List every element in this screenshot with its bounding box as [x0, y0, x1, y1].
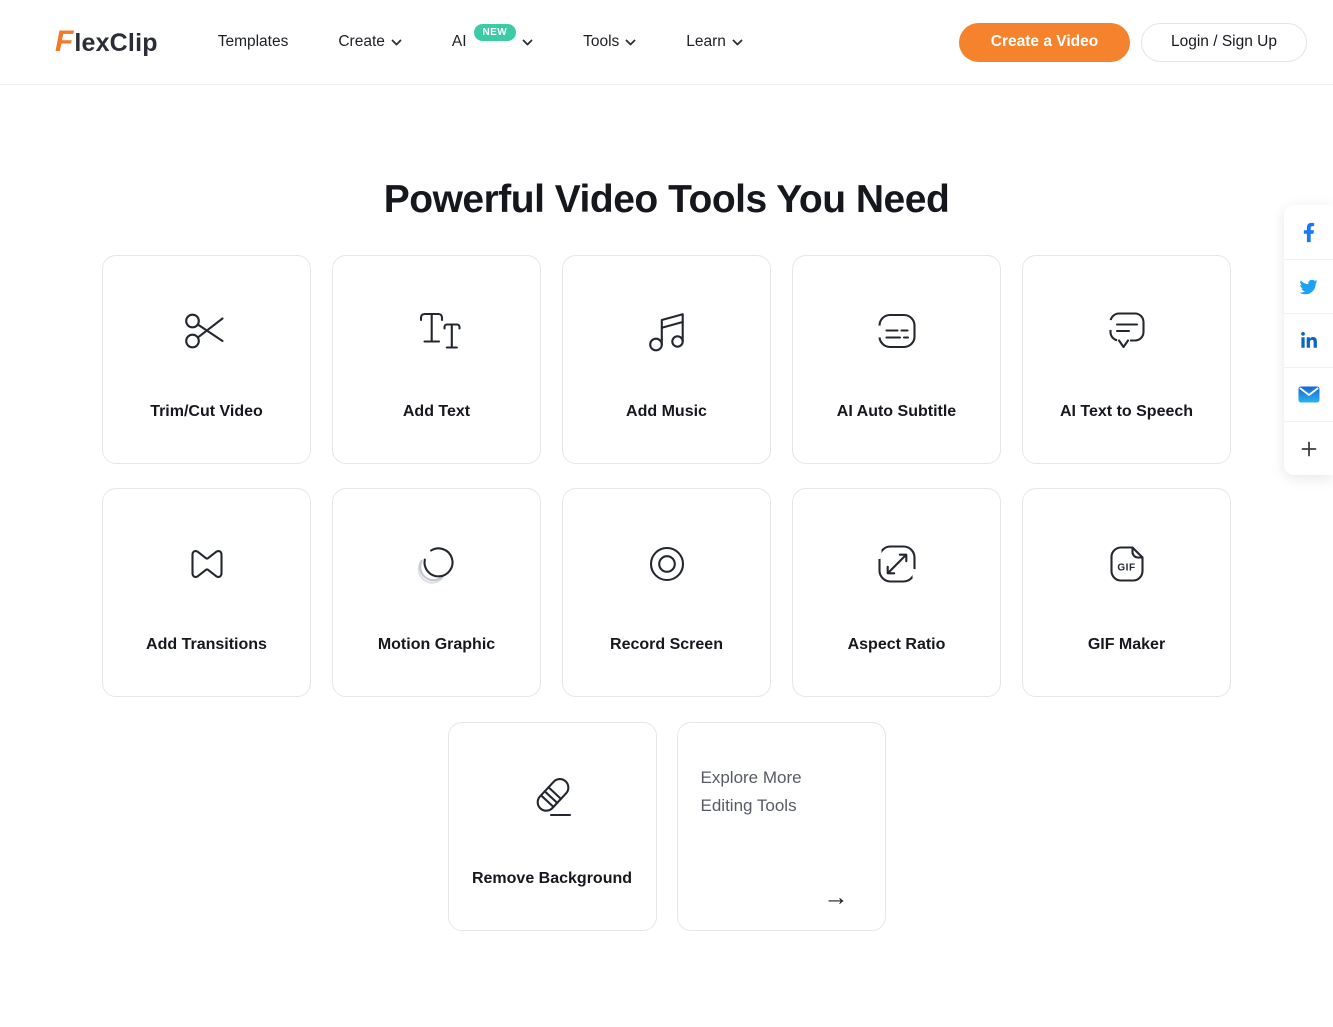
- logo-letter-f: F: [55, 27, 73, 57]
- nav-item-learn[interactable]: Learn: [686, 33, 743, 51]
- tool-label: Add Text: [403, 403, 470, 421]
- nav-label: Templates: [218, 33, 289, 51]
- page-title: Powerful Video Tools You Need: [0, 178, 1333, 222]
- speech-bubble-icon: [1097, 301, 1157, 361]
- share-linkedin-button[interactable]: [1284, 313, 1333, 367]
- music-note-icon: [637, 301, 697, 361]
- chevron-down-icon: [732, 39, 743, 46]
- tool-card-add-transitions[interactable]: Add Transitions: [102, 488, 311, 697]
- gif-icon-text: GIF: [1117, 563, 1135, 574]
- subtitle-box-icon: [867, 301, 927, 361]
- text-tt-icon: [407, 301, 467, 361]
- nav-item-templates[interactable]: Templates: [218, 33, 289, 51]
- tool-label: GIF Maker: [1088, 636, 1165, 654]
- tool-label: Record Screen: [610, 636, 723, 654]
- email-icon: [1298, 386, 1320, 403]
- explore-line-1: Explore More: [701, 764, 802, 792]
- tool-label: Add Transitions: [146, 636, 267, 654]
- tool-card-trim-cut-video[interactable]: Trim/Cut Video: [102, 255, 311, 464]
- flexclip-logo[interactable]: F lexClip: [55, 27, 158, 58]
- record-circle-icon: [637, 534, 697, 594]
- nav-label: Learn: [686, 33, 726, 51]
- gif-file-icon: GIF: [1097, 534, 1157, 594]
- nav-label: Tools: [583, 33, 619, 51]
- eraser-icon: [522, 768, 582, 828]
- plus-icon: [1301, 441, 1317, 457]
- login-signup-button[interactable]: Login / Sign Up: [1141, 23, 1307, 62]
- arrow-right-icon: →: [824, 883, 849, 912]
- share-email-button[interactable]: [1284, 367, 1333, 421]
- chevron-down-icon: [625, 39, 636, 46]
- header-actions: Create a Video Login / Sign Up: [959, 23, 1307, 62]
- nav-label: AI: [452, 33, 467, 51]
- share-facebook-button[interactable]: [1284, 205, 1333, 259]
- tools-grid: Trim/Cut Video Add Text Add Music: [102, 255, 1231, 697]
- nav-item-tools[interactable]: Tools: [583, 33, 636, 51]
- header: F lexClip Templates Create AI NEW Tools …: [0, 0, 1333, 85]
- facebook-icon: [1303, 222, 1315, 243]
- tool-label: Add Music: [626, 403, 707, 421]
- tool-card-record-screen[interactable]: Record Screen: [562, 488, 771, 697]
- tool-card-add-music[interactable]: Add Music: [562, 255, 771, 464]
- tool-card-aspect-ratio[interactable]: Aspect Ratio: [792, 488, 1001, 697]
- motion-circle-icon: [407, 534, 467, 594]
- nav-label: Create: [338, 33, 385, 51]
- chevron-down-icon: [391, 39, 402, 46]
- tool-label: Remove Background: [472, 870, 632, 888]
- tool-card-motion-graphic[interactable]: Motion Graphic: [332, 488, 541, 697]
- tool-card-ai-auto-subtitle[interactable]: AI Auto Subtitle: [792, 255, 1001, 464]
- linkedin-icon: [1300, 332, 1318, 350]
- main-nav: Templates Create AI NEW Tools Learn: [218, 33, 743, 51]
- scissors-icon: [177, 301, 237, 361]
- tool-card-ai-text-to-speech[interactable]: AI Text to Speech: [1022, 255, 1231, 464]
- logo-text: lexClip: [74, 29, 157, 58]
- tools-row-3: Remove Background Explore More Editing T…: [0, 722, 1333, 931]
- tool-label: AI Text to Speech: [1060, 403, 1193, 421]
- chevron-down-icon: [522, 39, 533, 46]
- tool-card-gif-maker[interactable]: GIF GIF Maker: [1022, 488, 1231, 697]
- nav-item-ai[interactable]: AI NEW: [452, 33, 533, 51]
- nav-item-create[interactable]: Create: [338, 33, 402, 51]
- share-more-button[interactable]: [1284, 421, 1333, 475]
- tool-label: Trim/Cut Video: [150, 403, 263, 421]
- tool-card-add-text[interactable]: Add Text: [332, 255, 541, 464]
- share-twitter-button[interactable]: [1284, 259, 1333, 313]
- tool-card-remove-background[interactable]: Remove Background: [448, 722, 657, 931]
- social-share-bar: [1284, 205, 1333, 475]
- explore-line-2: Editing Tools: [701, 792, 797, 820]
- new-badge: NEW: [474, 24, 517, 41]
- tool-label: AI Auto Subtitle: [837, 403, 956, 421]
- tool-label: Aspect Ratio: [848, 636, 946, 654]
- aspect-expand-icon: [867, 534, 927, 594]
- explore-more-editing-tools-card[interactable]: Explore More Editing Tools →: [677, 722, 886, 931]
- bowtie-transition-icon: [177, 534, 237, 594]
- tool-label: Motion Graphic: [378, 636, 495, 654]
- twitter-icon: [1298, 278, 1319, 296]
- create-a-video-button[interactable]: Create a Video: [959, 23, 1130, 62]
